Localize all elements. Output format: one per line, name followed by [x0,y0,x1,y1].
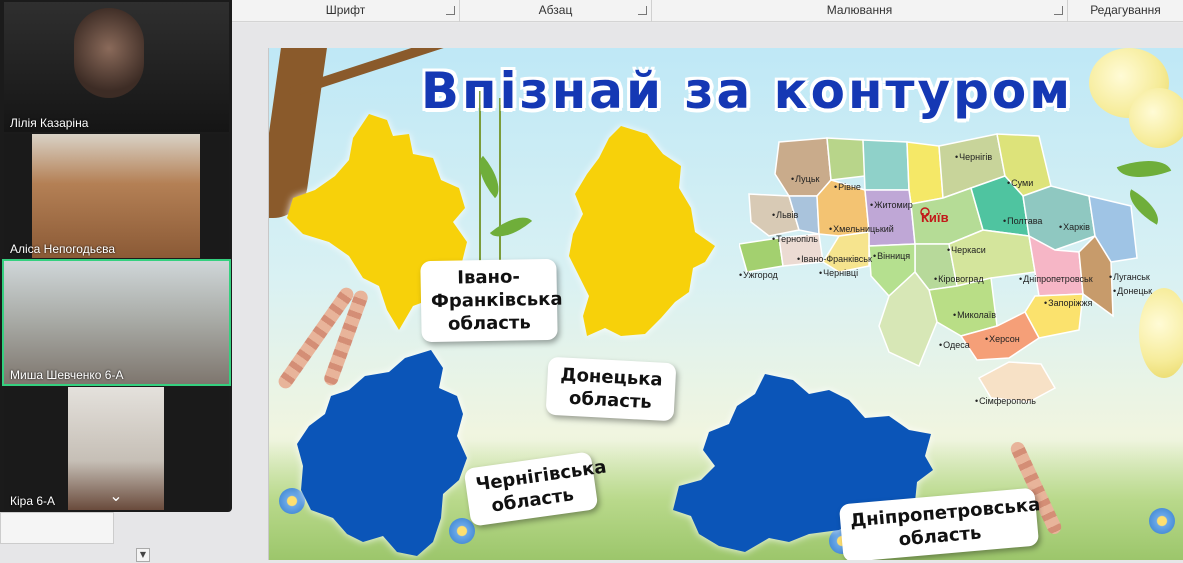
participant-name: Лілія Казаріна [10,116,89,130]
slide-title[interactable]: Впізнай за контуром [387,62,1107,120]
ribbon-group-editing-label: Редагування [1090,3,1161,17]
participant-tile[interactable]: Лілія Казаріна [4,2,229,132]
donetsk-oblast-outline[interactable] [565,122,717,344]
ribbon-group-editing[interactable]: Редагування [1068,0,1183,22]
participant-name: Аліса Непогодьєва [10,242,116,256]
participant-video [32,134,200,258]
participant-video-panel: Лілія Казаріна Аліса Непогодьєва Миша Ше… [0,0,232,512]
label-card-ivano-frankivsk[interactable]: Івано- Франківська область [420,258,563,343]
ribbon-group-drawing-label: Малювання [826,3,893,17]
participant-name: Миша Шевченко 6-А [10,368,124,382]
map-city-label: Тернопіль [772,234,818,244]
map-city-label: Миколаїв [953,310,996,320]
map-city-label: Сімферополь [975,396,1036,406]
map-city-label: Дніпропетровськ [1019,274,1092,284]
map-city-label: Херсон [985,334,1020,344]
ukraine-oblasts-map[interactable] [739,126,1179,416]
chevron-down-icon[interactable]: ⌄ [102,486,130,506]
map-city-label: Харків [1059,222,1090,232]
map-city-label: Полтава [1003,216,1042,226]
map-city-label: Ужгород [739,270,778,280]
map-city-label: Луцьк [791,174,819,184]
participant-video [4,261,229,384]
map-capital-label: Київ [921,210,949,225]
map-city-label: Луганськ [1109,272,1150,282]
drawing-dialog-launcher-icon[interactable] [1054,6,1063,15]
participant-tile[interactable]: Аліса Непогодьєва [4,134,229,258]
map-city-label: Чернігів [955,152,992,162]
scroll-down-arrow-icon[interactable]: ▼ [136,548,150,562]
ribbon-group-font-label: Шрифт [325,3,366,17]
map-city-label: Хмельницький [829,224,894,234]
map-city-label: Донецьк [1113,286,1152,296]
vine-decoration [499,98,501,278]
label-card-donetsk[interactable]: Донецька область [545,356,677,422]
paragraph-dialog-launcher-icon[interactable] [638,6,647,15]
ribbon-group-paragraph-label: Абзац [538,3,573,17]
map-city-label: Суми [1007,178,1033,188]
map-city-label: Черкаси [947,245,986,255]
participant-video [74,8,144,98]
ribbon-group-paragraph[interactable]: Абзац [460,0,652,22]
map-city-label: Запоріжжя [1044,298,1092,308]
flower-decoration [1149,508,1175,534]
ribbon-group-font[interactable]: Шрифт [232,0,460,22]
leaf-decoration [489,207,533,247]
map-city-label: Кіровоград [934,274,983,284]
map-city-label: Одеса [939,340,970,350]
chernihiv-oblast-outline[interactable] [293,346,479,560]
ribbon-group-drawing[interactable]: Малювання [652,0,1068,22]
slide-canvas[interactable]: Впізнай за контуром Івано- Франківська о… [268,48,1183,560]
slide-thumbnail[interactable] [0,512,114,544]
participant-name: Кіра 6-А [10,494,56,508]
map-city-label: Житомир [870,200,913,210]
map-city-label: Рівне [834,182,861,192]
map-city-label: Вінниця [873,251,910,261]
font-dialog-launcher-icon[interactable] [446,6,455,15]
participant-tile-active-speaker[interactable]: Миша Шевченко 6-А [2,259,231,386]
map-city-label: Львів [772,210,798,220]
map-city-label: Івано-Франківськ [797,254,872,264]
map-city-label: Чернівці [819,268,858,278]
